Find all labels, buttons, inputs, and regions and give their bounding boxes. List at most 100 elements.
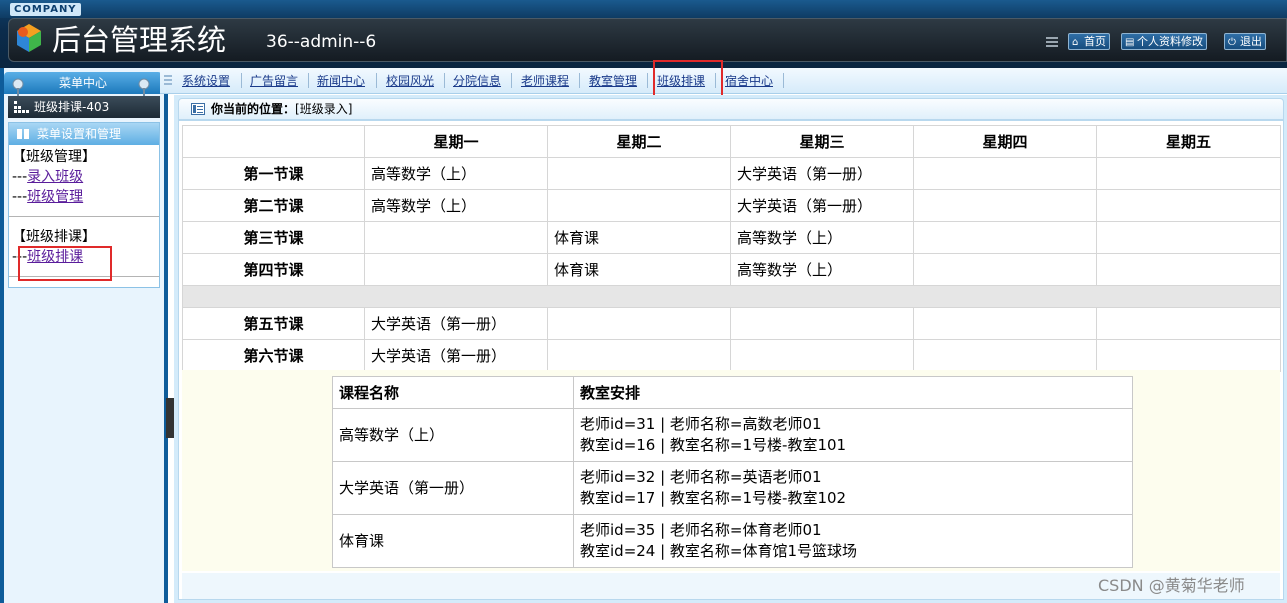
schedule-header-row: 星期一 星期二 星期三 星期四 星期五 bbox=[182, 125, 1281, 158]
power-icon: ⏻ bbox=[1228, 37, 1236, 48]
course-cell bbox=[1096, 339, 1281, 372]
nav-separator bbox=[783, 73, 784, 88]
add-class-link[interactable]: 录入班级 bbox=[27, 169, 83, 185]
nav-grip-icon bbox=[164, 75, 172, 85]
content-panel: 星期一 星期二 星期三 星期四 星期五 第一节课 高等数学（上） 大学英语（第一… bbox=[178, 120, 1284, 600]
book-icon bbox=[17, 129, 29, 139]
group-divider bbox=[9, 216, 159, 217]
course-cell: 大学英语（第一册） bbox=[730, 189, 914, 222]
room-line: 教室id=24 | 教室名称=体育馆1号篮球场 bbox=[580, 542, 858, 560]
grip-icon bbox=[1046, 37, 1058, 47]
nav-news-center[interactable]: 新闻中心 bbox=[317, 74, 365, 89]
course-info-row: 高等数学（上） 老师id=31 | 老师名称=高数老师01 教室id=16 | … bbox=[332, 408, 1133, 462]
course-cell: 大学英语（第一册） bbox=[730, 157, 914, 190]
day-header: 星期二 bbox=[547, 125, 731, 158]
course-cell bbox=[364, 253, 548, 286]
course-cell bbox=[1096, 189, 1281, 222]
top-nav: 系统设置 广告留言 新闻中心 校园风光 分院信息 老师课程 教室管理 班级排课 … bbox=[160, 68, 1287, 94]
course-name-cell: 大学英语（第一册） bbox=[332, 461, 574, 515]
group-title-class-management: 【班级管理】 bbox=[12, 149, 96, 165]
sidebar-item-class-management[interactable]: ---班级管理 bbox=[12, 187, 83, 207]
course-info-table: 课程名称 教室安排 高等数学（上） 老师id=31 | 老师名称=高数老师01 … bbox=[332, 376, 1133, 568]
course-cell bbox=[730, 339, 914, 372]
teacher-line: 老师id=32 | 老师名称=英语老师01 bbox=[580, 468, 822, 486]
period-label: 第五节课 bbox=[182, 307, 365, 340]
teacher-line: 老师id=35 | 老师名称=体育老师01 bbox=[580, 521, 822, 539]
course-cell: 大学英语（第一册） bbox=[364, 307, 548, 340]
home-icon: ⌂ bbox=[1072, 37, 1079, 48]
course-cell: 高等数学（上） bbox=[730, 221, 914, 254]
nav-dormitory-center[interactable]: 宿舍中心 bbox=[725, 74, 773, 89]
main-area: 你当前的位置：[班级录入] 星期一 星期二 星期三 星期四 星期五 第一节课 高… bbox=[174, 95, 1287, 603]
course-cell bbox=[913, 307, 1097, 340]
course-cell bbox=[547, 157, 731, 190]
nav-separator bbox=[511, 73, 512, 88]
current-page-text: 班级排课-403 bbox=[34, 100, 110, 114]
day-header: 星期一 bbox=[364, 125, 548, 158]
course-cell bbox=[547, 339, 731, 372]
arrangement-cell: 老师id=32 | 老师名称=英语老师01 教室id=17 | 教室名称=1号楼… bbox=[573, 461, 1133, 515]
lunch-break-row bbox=[182, 285, 1281, 308]
course-cell: 高等数学（上） bbox=[730, 253, 914, 286]
nav-campus-scenery[interactable]: 校园风光 bbox=[386, 74, 434, 89]
course-cell: 高等数学（上） bbox=[364, 189, 548, 222]
app-title: 后台管理系统 bbox=[52, 23, 227, 57]
nav-classroom-management[interactable]: 教室管理 bbox=[589, 74, 637, 89]
user-info: 36--admin--6 bbox=[266, 32, 377, 52]
course-info-row: 大学英语（第一册） 老师id=32 | 老师名称=英语老师01 教室id=17 … bbox=[332, 461, 1133, 515]
course-info-row: 体育课 老师id=35 | 老师名称=体育老师01 教室id=24 | 教室名称… bbox=[332, 514, 1133, 568]
group-title-class-scheduling: 【班级排课】 bbox=[12, 229, 96, 245]
nav-ad-messages[interactable]: 广告留言 bbox=[250, 74, 298, 89]
course-cell bbox=[364, 221, 548, 254]
day-header: 星期四 bbox=[913, 125, 1097, 158]
course-cell bbox=[1096, 307, 1281, 340]
arrangement-cell: 老师id=35 | 老师名称=体育老师01 教室id=24 | 教室名称=体育馆… bbox=[573, 514, 1133, 568]
course-cell bbox=[913, 221, 1097, 254]
course-cell bbox=[730, 307, 914, 340]
breadcrumb-value: [班级录入] bbox=[295, 102, 353, 116]
nav-separator bbox=[579, 73, 580, 88]
nav-teacher-courses[interactable]: 老师课程 bbox=[521, 74, 569, 89]
nav-branch-info[interactable]: 分院信息 bbox=[453, 74, 501, 89]
course-cell: 高等数学（上） bbox=[364, 157, 548, 190]
profile-edit-button[interactable]: ▤ 个人资料修改 bbox=[1121, 33, 1207, 50]
arrangement-cell: 老师id=31 | 老师名称=高数老师01 教室id=16 | 教室名称=1号楼… bbox=[573, 408, 1133, 462]
period-label: 第三节课 bbox=[182, 221, 365, 254]
course-cell bbox=[913, 157, 1097, 190]
menu-panel-title: 菜单设置和管理 bbox=[37, 127, 122, 141]
course-name-cell: 高等数学（上） bbox=[332, 408, 574, 462]
home-button[interactable]: ⌂ 首页 bbox=[1068, 33, 1110, 50]
header: COMPANY 后台管理系统 36--admin--6 ⌂ 首页 ▤ 个人资料修改 … bbox=[0, 0, 1287, 68]
home-button-label: 首页 bbox=[1084, 35, 1106, 48]
course-cell bbox=[913, 253, 1097, 286]
course-info-area: 课程名称 教室安排 高等数学（上） 老师id=31 | 老师名称=高数老师01 … bbox=[182, 370, 1280, 571]
document-icon: ▤ bbox=[1125, 37, 1135, 48]
break-cell bbox=[182, 285, 1281, 308]
course-cell bbox=[547, 189, 731, 222]
day-header: 星期五 bbox=[1096, 125, 1281, 158]
menu-panel-header: 菜单设置和管理 bbox=[9, 123, 159, 145]
schedule-table: 星期一 星期二 星期三 星期四 星期五 第一节课 高等数学（上） 大学英语（第一… bbox=[182, 125, 1281, 372]
schedule-row: 第五节课 大学英语（第一册） bbox=[182, 307, 1281, 340]
logo-icon bbox=[17, 24, 41, 52]
period-label: 第四节课 bbox=[182, 253, 365, 286]
period-label: 第二节课 bbox=[182, 189, 365, 222]
logout-button[interactable]: ⏻ 退出 bbox=[1224, 33, 1266, 50]
course-name-cell: 体育课 bbox=[332, 514, 574, 568]
schedule-row: 第六节课 大学英语（第一册） bbox=[182, 339, 1281, 372]
course-cell: 大学英语（第一册） bbox=[364, 339, 548, 372]
schedule-row: 第三节课 体育课 高等数学（上） bbox=[182, 221, 1281, 254]
course-info-header-row: 课程名称 教室安排 bbox=[332, 376, 1133, 409]
nav-system-settings[interactable]: 系统设置 bbox=[182, 74, 230, 89]
link-prefix: --- bbox=[12, 189, 28, 205]
sidebar-collapse-handle[interactable] bbox=[166, 398, 174, 438]
period-label: 第一节课 bbox=[182, 157, 365, 190]
sidebar-item-add-class[interactable]: ---录入班级 bbox=[12, 167, 83, 187]
nav-separator bbox=[444, 73, 445, 88]
class-management-link[interactable]: 班级管理 bbox=[27, 189, 83, 205]
nav-separator bbox=[647, 73, 648, 88]
grid-icon bbox=[14, 101, 29, 113]
link-prefix: --- bbox=[12, 169, 28, 185]
period-label: 第六节课 bbox=[182, 339, 365, 372]
company-badge: COMPANY bbox=[10, 3, 81, 16]
